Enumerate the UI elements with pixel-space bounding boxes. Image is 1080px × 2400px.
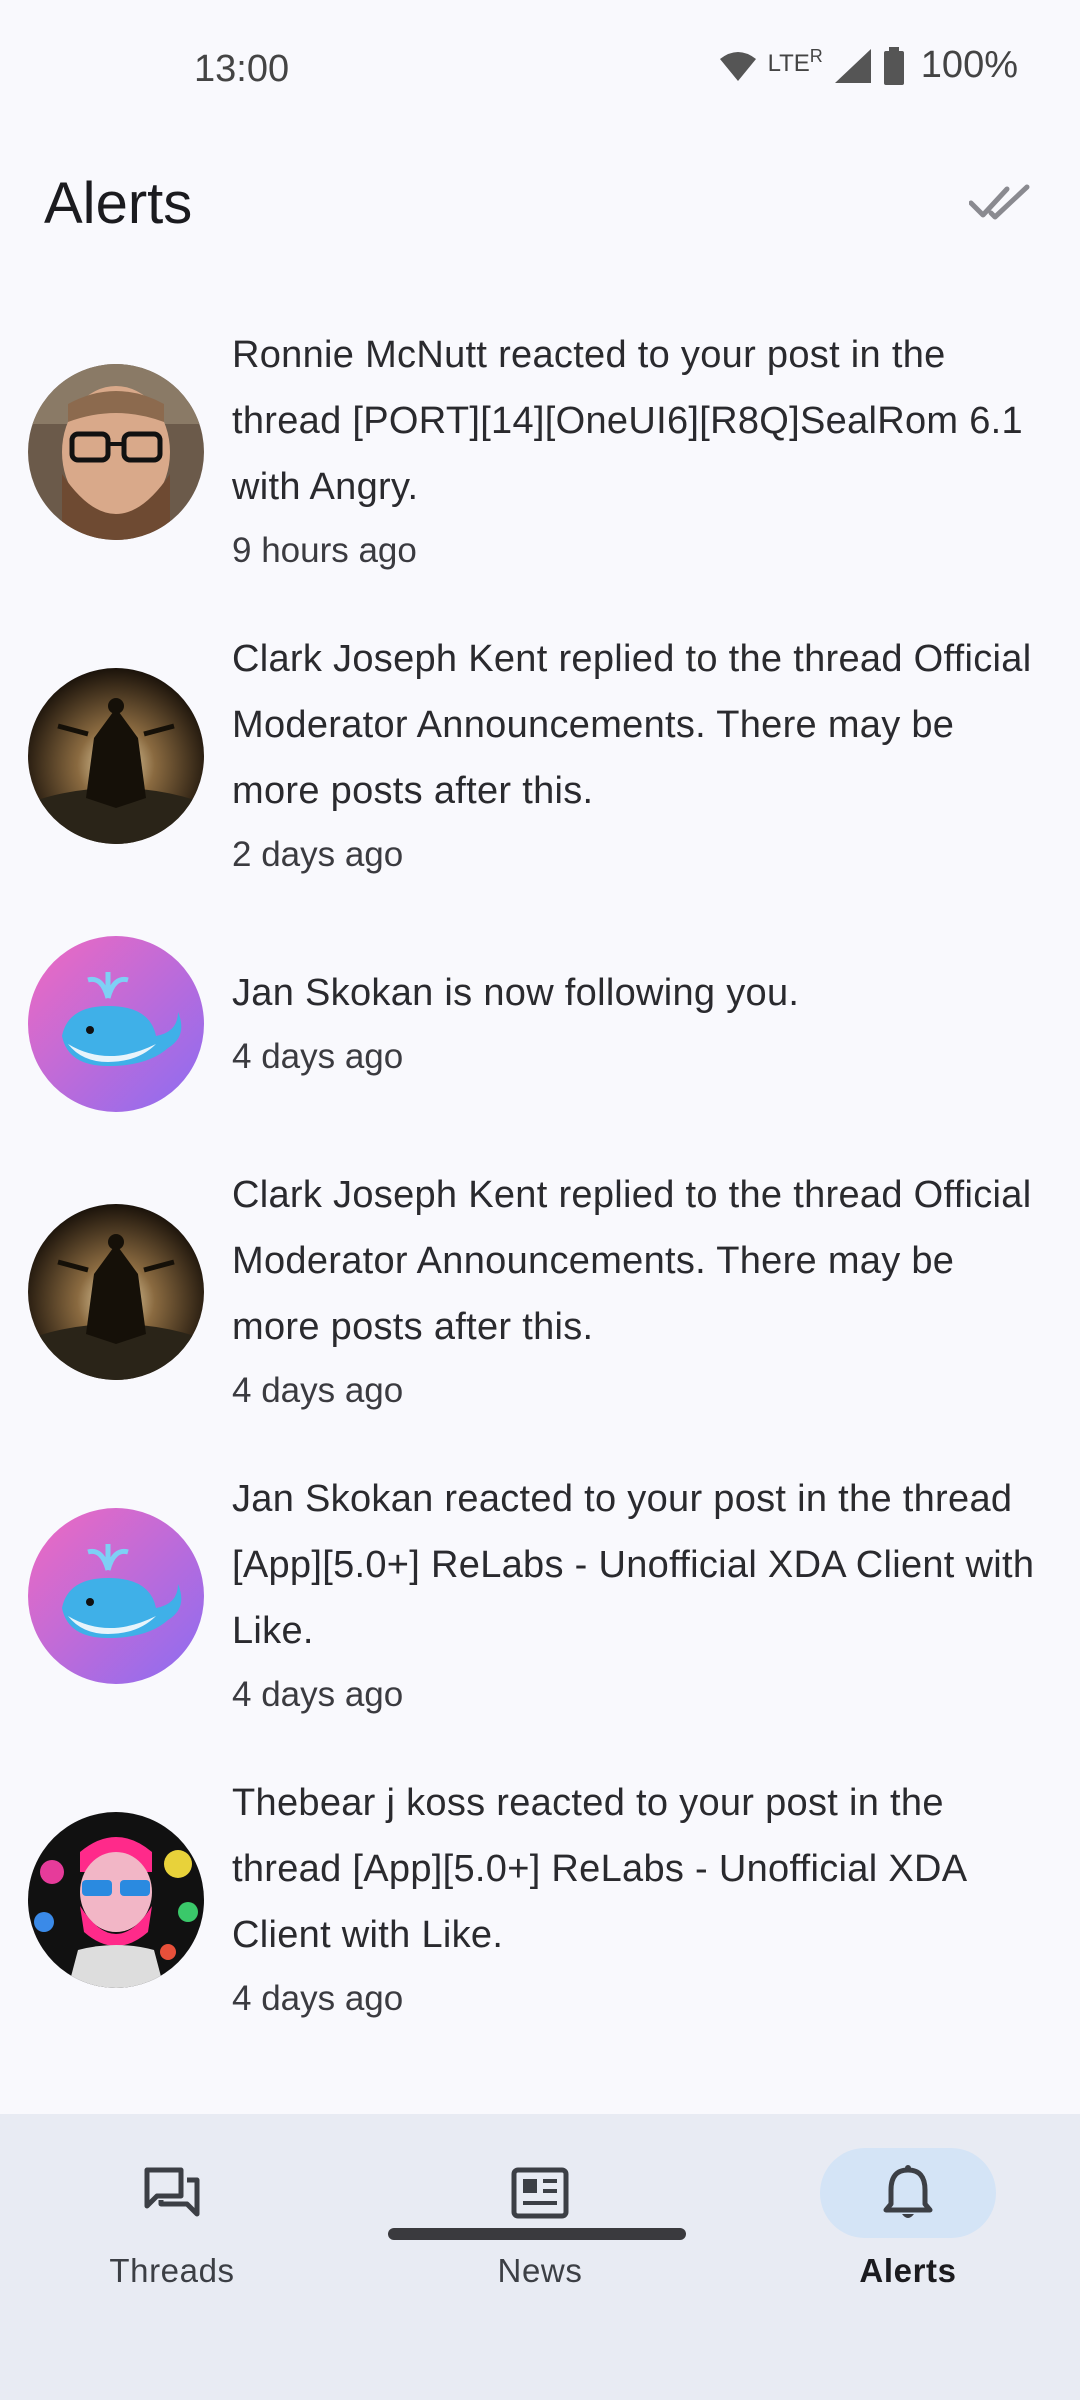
alert-text: Jan Skokan reacted to your post in the t… — [232, 1478, 1035, 1652]
alert-item[interactable]: Clark Joseph Kent replied to the thread … — [0, 604, 1080, 908]
alert-body: Ronnie McNutt reacted to your post in th… — [232, 322, 1050, 582]
alert-time: 4 days ago — [232, 1371, 404, 1410]
alert-body: Clark Joseph Kent replied to the thread … — [232, 1162, 1050, 1422]
avatar-clark — [28, 1204, 204, 1380]
mark-all-read-button[interactable] — [960, 172, 1040, 234]
nav-label: News — [497, 2252, 583, 2289]
network-label: LTE — [767, 49, 810, 77]
avatar[interactable] — [28, 1812, 204, 1988]
wifi-icon — [718, 49, 758, 83]
double-check-icon — [969, 184, 1030, 220]
alert-item[interactable]: Jan Skokan reacted to your post in the t… — [0, 1444, 1080, 1748]
alert-time: 2 days ago — [232, 835, 404, 874]
avatar-ronnie — [28, 364, 204, 540]
bell-icon — [883, 2165, 933, 2218]
nav-icon-container — [452, 2148, 628, 2238]
nav-item-threads[interactable]: Threads — [52, 2148, 292, 2308]
alert-text: Clark Joseph Kent replied to the thread … — [232, 1174, 1032, 1348]
app-header: Alerts — [0, 150, 1080, 260]
avatar-jan — [28, 936, 204, 1112]
alert-item[interactable]: Thebear j koss reacted to your post in t… — [0, 1748, 1080, 2052]
alert-item[interactable]: Clark Joseph Kent replied to the thread … — [0, 1140, 1080, 1444]
home-indicator[interactable] — [388, 2228, 686, 2240]
alert-text: Clark Joseph Kent replied to the thread … — [232, 638, 1032, 812]
status-icons: LTER 100% — [718, 44, 1018, 87]
avatar-clark — [28, 668, 204, 844]
avatar[interactable] — [28, 1204, 204, 1380]
avatar-jan — [28, 1508, 204, 1684]
alert-item[interactable]: Ronnie McNutt reacted to your post in th… — [0, 300, 1080, 604]
alert-text: Jan Skokan is now following you. — [232, 972, 800, 1014]
battery-icon — [883, 46, 905, 85]
avatar[interactable] — [28, 668, 204, 844]
signal-icon — [833, 47, 873, 85]
nav-item-alerts[interactable]: Alerts — [788, 2148, 1028, 2308]
alert-time: 9 hours ago — [232, 531, 417, 570]
alerts-list: Ronnie McNutt reacted to your post in th… — [0, 300, 1080, 2052]
avatar[interactable] — [28, 1508, 204, 1684]
battery-percent: 100% — [920, 44, 1018, 86]
status-bar: 13:00 LTER 100% — [0, 0, 1080, 140]
nav-icon-container — [84, 2148, 260, 2238]
page-title: Alerts — [44, 171, 193, 236]
nav-icon-container-active — [820, 2148, 996, 2238]
status-time: 13:00 — [194, 48, 290, 90]
avatar-thebear — [28, 1812, 204, 1988]
bottom-navigation: Threads News Alerts — [0, 2114, 1080, 2400]
alert-text: Thebear j koss reacted to your post in t… — [232, 1782, 966, 1956]
nav-label: Alerts — [859, 2252, 957, 2289]
alert-time: 4 days ago — [232, 1979, 404, 2018]
roaming-indicator: R — [809, 45, 823, 66]
forum-icon — [144, 2167, 200, 2217]
avatar[interactable] — [28, 936, 204, 1112]
alert-body: Jan Skokan is now following you. 4 days … — [232, 960, 1050, 1088]
newspaper-icon — [511, 2167, 569, 2219]
network-type: LTER — [768, 46, 823, 78]
alert-body: Thebear j koss reacted to your post in t… — [232, 1770, 1050, 2030]
alert-item[interactable]: Jan Skokan is now following you. 4 days … — [0, 908, 1080, 1140]
alert-time: 4 days ago — [232, 1037, 404, 1076]
alert-time: 4 days ago — [232, 1675, 404, 1714]
nav-label: Threads — [109, 2252, 235, 2289]
alert-body: Clark Joseph Kent replied to the thread … — [232, 626, 1050, 886]
alert-body: Jan Skokan reacted to your post in the t… — [232, 1466, 1050, 1726]
alert-text: Ronnie McNutt reacted to your post in th… — [232, 334, 1023, 508]
avatar[interactable] — [28, 364, 204, 540]
